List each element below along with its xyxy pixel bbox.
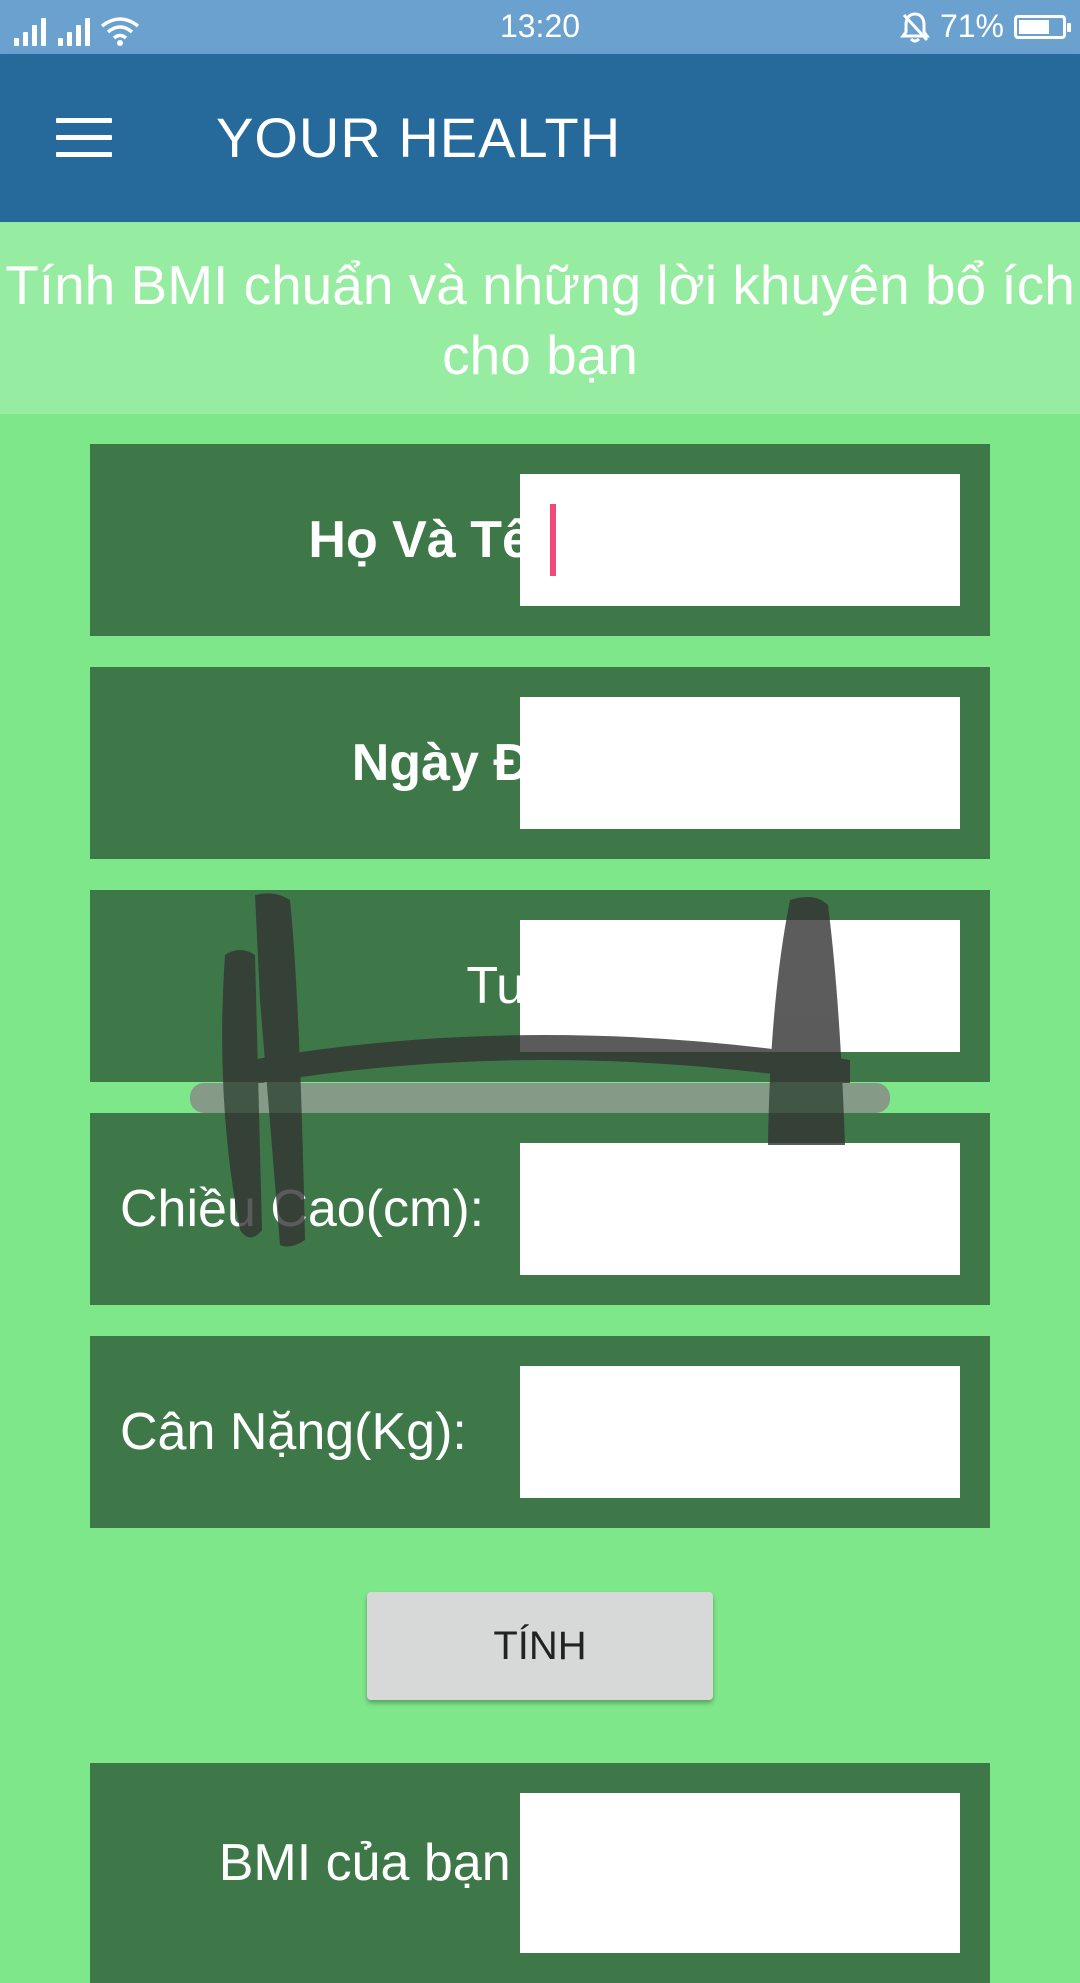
status-icons-right: 71% xyxy=(899,8,1071,45)
date-input[interactable] xyxy=(520,697,960,829)
weight-row: Cân Nặng(Kg): xyxy=(90,1336,990,1528)
age-label: Tuổi: xyxy=(110,890,580,1082)
bmi-result-label: BMI của bạn là: xyxy=(218,1834,580,1892)
bell-muted-icon xyxy=(899,11,930,42)
text-cursor xyxy=(550,504,556,576)
height-input[interactable] xyxy=(520,1143,960,1275)
bmi-result-field[interactable] xyxy=(520,1793,960,1953)
app-title: YOUR HEALTH xyxy=(216,106,622,169)
name-input[interactable] xyxy=(520,474,960,606)
hamburger-icon xyxy=(56,118,112,123)
date-label: Ngày Đo: xyxy=(351,734,580,792)
name-row: Họ Và Tên: xyxy=(90,444,990,636)
bmi-result-row: BMI của bạn là: xyxy=(90,1763,990,1983)
weight-input[interactable] xyxy=(520,1366,960,1498)
calculate-button[interactable]: TÍNH xyxy=(367,1592,713,1700)
age-row: Tuổi: xyxy=(90,890,990,1082)
battery-percent: 71% xyxy=(939,8,1004,44)
name-label: Họ Và Tên: xyxy=(308,511,580,569)
status-bar: 13:20 71% xyxy=(0,0,1080,54)
menu-button[interactable] xyxy=(56,118,112,158)
subtitle-banner: Tính BMI chuẩn và những lời khuyên bổ íc… xyxy=(0,222,1080,414)
battery-icon xyxy=(1014,14,1071,39)
app-bar: YOUR HEALTH xyxy=(0,54,1080,222)
height-row: Chiều Cao(cm): xyxy=(90,1113,990,1305)
age-input[interactable] xyxy=(520,920,960,1052)
date-row: Ngày Đo: xyxy=(90,667,990,859)
